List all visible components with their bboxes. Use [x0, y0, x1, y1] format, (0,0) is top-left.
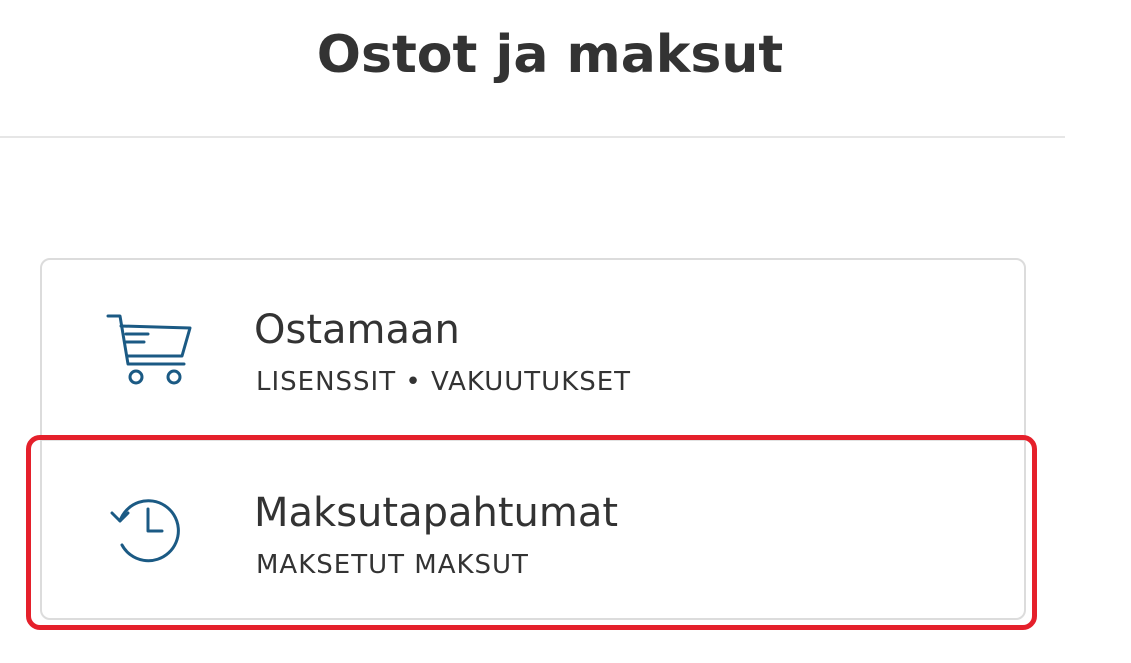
page-header: Ostot ja maksut — [0, 0, 1065, 138]
page-title: Ostot ja maksut — [316, 25, 784, 85]
shopping-cart-icon — [104, 304, 194, 394]
menu-item-title: Maksutapahtumat — [254, 490, 619, 536]
menu-item-maksutapahtumat[interactable]: Maksutapahtumat MAKSETUT MAKSUT — [42, 440, 1024, 621]
menu-item-subtitle: MAKSETUT MAKSUT — [256, 550, 529, 580]
menu-item-title: Ostamaan — [254, 307, 460, 353]
menu-item-ostamaan[interactable]: Ostamaan LISENSSIT • VAKUUTUKSET — [42, 260, 1024, 440]
history-clock-icon — [104, 485, 194, 575]
menu-item-subtitle: LISENSSIT • VAKUUTUKSET — [256, 367, 632, 397]
menu-card: Ostamaan LISENSSIT • VAKUUTUKSET Maksuta… — [40, 258, 1026, 620]
